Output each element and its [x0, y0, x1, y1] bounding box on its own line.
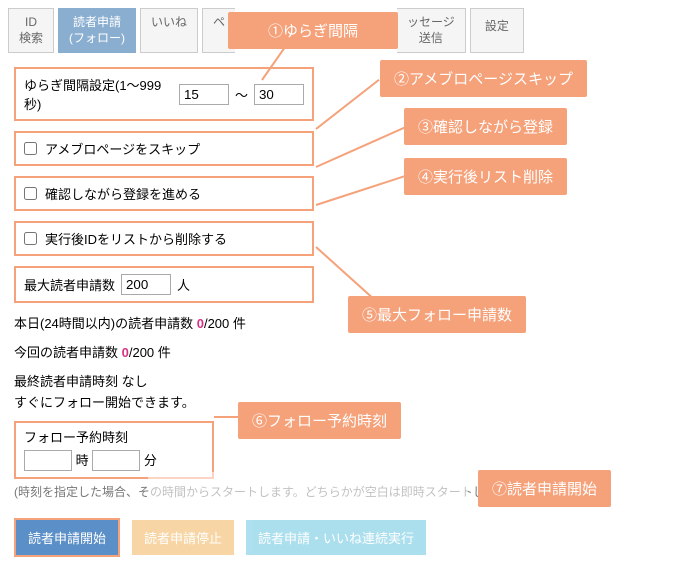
interval-label: ゆらぎ間隔設定(1～999秒)	[24, 75, 173, 113]
thisrun-total: /200 件	[129, 345, 171, 360]
callout-6: ⑥フォロー予約時刻	[238, 402, 401, 439]
thisrun-count: 0	[122, 345, 129, 360]
schedule-box: フォロー予約時刻 時 分	[14, 421, 214, 479]
max-label: 最大読者申請数	[24, 275, 115, 294]
schedule-hour-unit: 時	[76, 453, 89, 468]
confirm-row: 確認しながら登録を進める	[14, 176, 314, 211]
confirm-label: 確認しながら登録を進める	[45, 184, 201, 203]
tab-settings[interactable]: 設定	[470, 8, 524, 53]
callout-6-line	[214, 416, 240, 418]
callout-4: ④実行後リスト削除	[404, 158, 567, 195]
max-unit: 人	[177, 275, 190, 294]
interval-from-input[interactable]	[179, 84, 229, 105]
schedule-title: フォロー予約時刻	[24, 427, 204, 446]
callout-3: ③確認しながら登録	[404, 108, 567, 145]
thisrun-count-row: 今回の読者申請数 0/200 件	[14, 342, 679, 361]
skip-label: アメブロページをスキップ	[45, 139, 200, 158]
confirm-checkbox[interactable]	[24, 187, 37, 200]
callout-1: ①ゆらぎ間隔	[228, 12, 398, 49]
callout-5: ⑤最大フォロー申請数	[348, 296, 526, 333]
interval-to-input[interactable]	[254, 84, 304, 105]
tab-like[interactable]: いいね	[140, 8, 198, 53]
today-prefix: 本日(24時間以内)の読者申請数	[14, 316, 197, 331]
skip-row: アメブロページをスキップ	[14, 131, 314, 166]
interval-sep: ～	[235, 85, 248, 104]
tab-reader-apply[interactable]: 読者申請 (フォロー)	[58, 8, 136, 53]
interval-row: ゆらぎ間隔設定(1～999秒) ～	[14, 67, 314, 121]
delete-row: 実行後IDをリストから削除する	[14, 221, 314, 256]
combo-button[interactable]: 読者申請・いいね連続実行	[246, 520, 426, 555]
skip-checkbox[interactable]	[24, 142, 37, 155]
thisrun-prefix: 今回の読者申請数	[14, 345, 122, 360]
start-button[interactable]: 読者申請開始	[14, 518, 120, 557]
callout-2: ②アメブロページスキップ	[380, 60, 587, 97]
max-row: 最大読者申請数 人	[14, 266, 314, 303]
schedule-hour-input[interactable]	[24, 450, 72, 471]
today-total: /200 件	[204, 316, 246, 331]
button-row: 読者申請開始 読者申請停止 読者申請・いいね連続実行	[14, 518, 679, 557]
delete-checkbox[interactable]	[24, 232, 37, 245]
max-input[interactable]	[121, 274, 171, 295]
today-count-row: 本日(24時間以内)の読者申請数 0/200 件	[14, 313, 679, 332]
tab-id-search[interactable]: ID 検索	[8, 8, 54, 53]
tab-message-fragment[interactable]: ッセージ 送信	[397, 8, 466, 53]
today-count: 0	[197, 316, 204, 331]
last-time-line1: 最終読者申請時刻 なし	[14, 371, 679, 390]
schedule-min-input[interactable]	[92, 450, 140, 471]
callout-7: ⑦読者申請開始	[478, 470, 611, 507]
schedule-min-unit: 分	[144, 453, 157, 468]
delete-label: 実行後IDをリストから削除する	[45, 229, 227, 248]
stop-button[interactable]: 読者申請停止	[132, 520, 234, 555]
